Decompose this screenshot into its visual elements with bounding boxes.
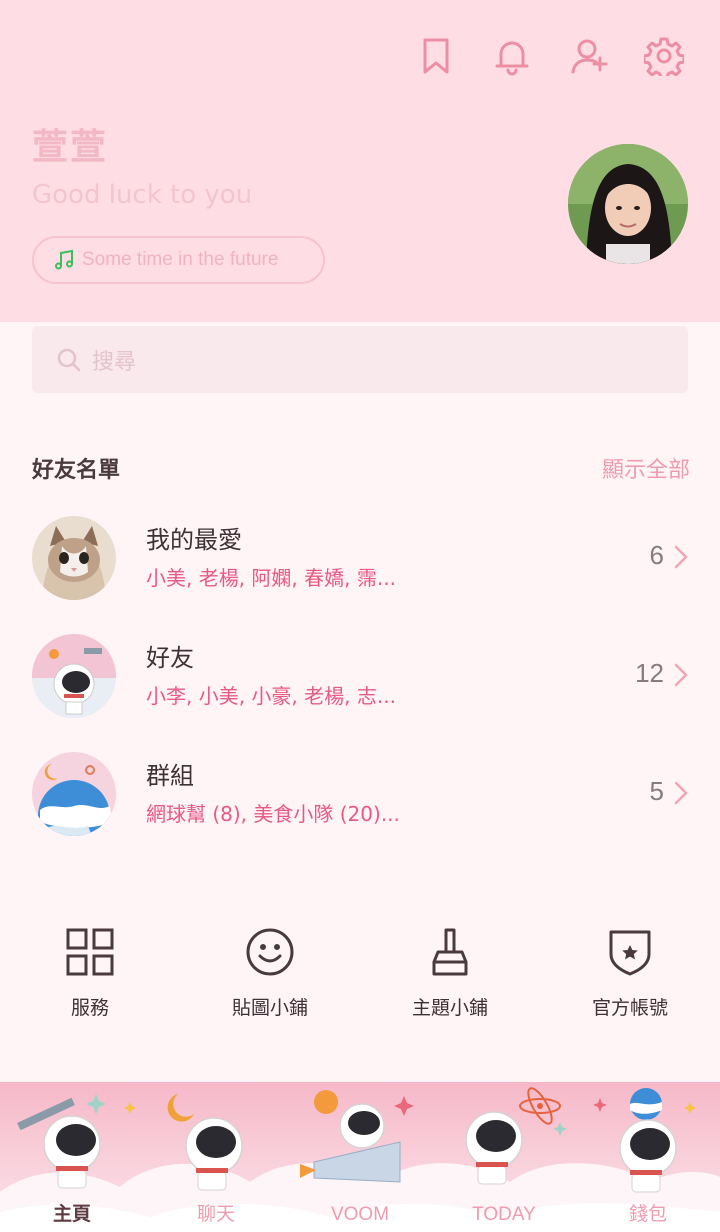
service-label: 貼圖小鋪 xyxy=(231,997,308,1019)
search-placeholder: 搜尋 xyxy=(92,349,137,375)
list-item-count: 6 xyxy=(649,540,664,570)
grid-icon xyxy=(66,928,114,976)
search-input[interactable]: 搜尋 xyxy=(32,326,688,393)
list-item-friends[interactable]: 好友 小李, 小美, 小豪, 老楊, 志... 12 xyxy=(32,634,692,726)
shield-star-icon xyxy=(609,930,651,976)
service-sticker-shop-button[interactable]: 貼圖小鋪 xyxy=(180,925,360,1020)
profile-header: 萱萱 Good luck to you Some time in the fut… xyxy=(0,0,720,322)
profile-avatar[interactable] xyxy=(568,144,688,264)
profile-music-button[interactable]: Some time in the future xyxy=(32,236,325,284)
tab-today[interactable]: TODAY xyxy=(432,1204,576,1226)
planet-avatar xyxy=(32,752,116,836)
tab-wallet[interactable]: 錢包 xyxy=(576,1199,720,1226)
smiley-icon xyxy=(246,928,294,976)
tab-voom[interactable]: VOOM xyxy=(288,1204,432,1226)
astronaut-avatar xyxy=(32,634,116,718)
tab-home[interactable]: 主頁 xyxy=(0,1199,144,1226)
music-note-icon xyxy=(55,249,73,270)
add-friend-icon[interactable] xyxy=(568,34,612,78)
show-all-link[interactable]: 顯示全部 xyxy=(602,452,690,484)
brush-icon xyxy=(432,928,468,976)
list-item-members: 小李, 小美, 小豪, 老楊, 志... xyxy=(146,684,396,708)
friends-section-title: 好友名單 xyxy=(32,458,121,483)
service-label: 官方帳號 xyxy=(591,997,668,1019)
list-item-count: 5 xyxy=(649,776,664,806)
list-item-groups[interactable]: 群組 網球幫 (8), 美食小隊 (20)... 5 xyxy=(32,752,692,844)
list-item-members: 網球幫 (8), 美食小隊 (20)... xyxy=(146,802,400,826)
profile-name[interactable]: 萱萱 xyxy=(32,118,108,170)
chevron-right-icon xyxy=(674,663,688,687)
gear-icon[interactable] xyxy=(642,34,686,78)
tab-chat[interactable]: 聊天 xyxy=(144,1199,288,1226)
chevron-right-icon xyxy=(674,545,688,569)
service-theme-shop-button[interactable]: 主題小鋪 xyxy=(360,925,540,1020)
bell-icon[interactable] xyxy=(490,34,534,78)
list-item-title: 好友 xyxy=(146,644,194,672)
list-item-title: 群組 xyxy=(146,762,194,790)
service-official-accounts-button[interactable]: 官方帳號 xyxy=(540,925,720,1020)
list-item-favorites[interactable]: 我的最愛 小美, 老楊, 阿嫻, 春嬌, 霈... 6 xyxy=(32,516,692,608)
list-item-count: 12 xyxy=(635,658,664,688)
list-item-members: 小美, 老楊, 阿嫻, 春嬌, 霈... xyxy=(146,566,396,590)
cat-avatar xyxy=(32,516,116,600)
chevron-right-icon xyxy=(674,781,688,805)
service-label: 主題小鋪 xyxy=(411,997,488,1019)
search-icon xyxy=(57,348,81,371)
service-label: 服務 xyxy=(70,997,109,1019)
status-message[interactable]: Good luck to you xyxy=(32,180,252,210)
service-services-button[interactable]: 服務 xyxy=(0,925,180,1020)
bottom-tab-bar: 主頁 聊天 VOOM TODAY 錢包 xyxy=(0,1082,720,1232)
list-item-title: 我的最愛 xyxy=(146,526,242,554)
bookmark-icon[interactable] xyxy=(414,34,458,78)
music-title: Some time in the future xyxy=(82,249,279,270)
